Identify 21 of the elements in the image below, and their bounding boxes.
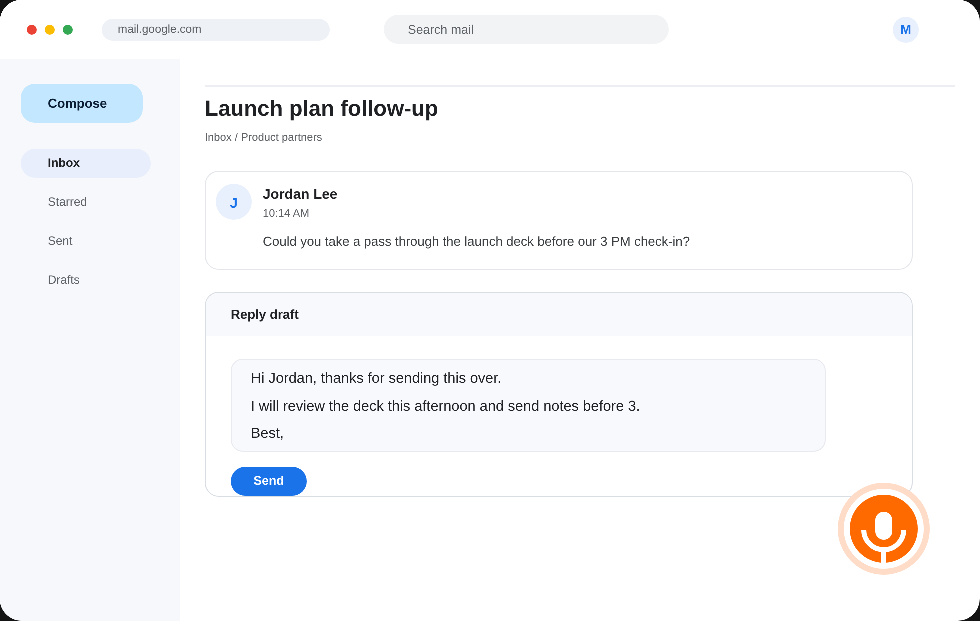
microphone-icon (861, 512, 907, 564)
sidebar-item[interactable]: Starred (21, 188, 151, 217)
search-field[interactable]: Search mail (384, 15, 669, 44)
window-minimize-icon[interactable] (45, 24, 55, 34)
sidebar-item[interactable]: Sent (21, 227, 151, 256)
sender-avatar: J (216, 184, 252, 220)
window-maximize-icon[interactable] (63, 24, 73, 34)
sidebar-item[interactable]: Inbox (21, 149, 151, 178)
reply-title: Reply draft (231, 307, 299, 322)
window-close-icon[interactable] (27, 24, 37, 34)
send-button[interactable]: Send (231, 466, 307, 496)
sender-name: Jordan Lee (263, 186, 338, 203)
address-bar[interactable]: mail.google.com (102, 18, 330, 40)
sidebar-item[interactable]: Drafts (21, 266, 151, 295)
reply-field[interactable]: Hi Jordan, thanks for sending this over. I will review the deck this afternoon and send notes before 3. Best, (231, 359, 826, 452)
breadcrumb: Inbox / Product partners (205, 132, 322, 145)
message-time: 10:14 AM (263, 207, 310, 221)
compose-button[interactable]: Compose (21, 84, 143, 123)
account-avatar[interactable]: M (893, 16, 919, 42)
thread-title: Launch plan follow-up (205, 96, 440, 122)
message-body: Could you take a pass through the launch deck before our 3 PM check-in? (263, 234, 690, 249)
